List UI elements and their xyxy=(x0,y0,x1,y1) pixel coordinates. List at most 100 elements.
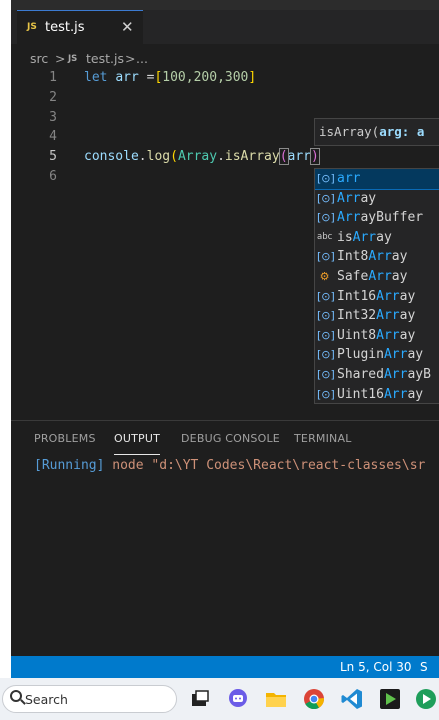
suggestion-prefix: Int8 xyxy=(337,249,369,265)
variable-icon: [⊙] xyxy=(317,328,335,342)
bracket: ) xyxy=(310,148,320,165)
suggestion-prefix: Int32 xyxy=(337,308,377,324)
code-text: let arr =[100,200,300] xyxy=(84,70,256,85)
tab-test-js[interactable]: JS test.js ✕ xyxy=(17,10,143,44)
suggestion-prefix: Plugin xyxy=(337,347,384,363)
variable-icon: [⊙] xyxy=(317,309,335,323)
chevron-right-icon: > xyxy=(55,51,66,66)
suggestion-item[interactable]: [⊙] SharedArrayB xyxy=(315,365,439,385)
variable-icon: [⊙] xyxy=(317,172,335,185)
variable-icon: [⊙] xyxy=(317,348,335,362)
suggestion-item[interactable]: [⊙] Int16Array xyxy=(315,287,439,307)
method-name: log xyxy=(146,149,171,164)
operator: . xyxy=(138,149,147,164)
screen-left-edge xyxy=(0,0,11,720)
suggestion-label: Uint16Array xyxy=(337,387,423,402)
number-literals: 100,200,300 xyxy=(162,70,249,85)
task-view-icon[interactable] xyxy=(188,687,212,711)
media-app-icon[interactable] xyxy=(378,687,402,711)
suggestion-label: isArray xyxy=(337,230,392,245)
suggestion-item[interactable]: [⊙] Uint8Array xyxy=(315,326,439,346)
identifier: console xyxy=(84,149,139,164)
suggestion-suffix: ay xyxy=(391,249,408,265)
class-name: Array xyxy=(177,149,218,164)
suggestion-prefix: Safe xyxy=(337,268,369,284)
suggestion-item[interactable]: ⚙ SafeArray xyxy=(315,267,439,287)
suggestion-item[interactable]: [⊙] PluginArray xyxy=(315,345,439,365)
breadcrumb: src > JS test.js > ... xyxy=(11,48,439,70)
breadcrumb-folder[interactable]: src xyxy=(30,51,48,66)
javascript-file-icon: JS xyxy=(68,54,78,64)
suggestion-item[interactable]: [⊙] Array xyxy=(315,189,439,209)
suggestion-match: Arr xyxy=(383,366,408,382)
javascript-file-icon: JS xyxy=(27,22,37,32)
suggestion-match: Arr xyxy=(368,268,392,284)
active-tab-indicator xyxy=(114,454,160,455)
tab-debug-console[interactable]: DEBUG CONSOLE xyxy=(181,432,280,445)
bracket: ] xyxy=(248,70,257,85)
cursor-position[interactable]: Ln 5, Col 30 xyxy=(340,660,412,674)
suggestion-label: SharedArrayB xyxy=(337,367,431,382)
chrome-icon[interactable] xyxy=(302,687,326,711)
line-number: 2 xyxy=(49,90,57,105)
operator: = xyxy=(138,70,155,85)
breadcrumb-symbols[interactable]: ... xyxy=(136,51,148,66)
tab-problems[interactable]: PROBLEMS xyxy=(34,432,96,445)
suggestion-match: Arr xyxy=(376,288,400,304)
close-icon[interactable]: ✕ xyxy=(121,18,134,36)
code-line: 2 xyxy=(11,88,439,108)
line-number: 3 xyxy=(49,110,57,125)
suggestion-match: Arr xyxy=(352,229,377,245)
status-bar: Ln 5, Col 30 S xyxy=(11,656,439,678)
code-text: console.log(Array.isArray(arr) xyxy=(84,148,320,165)
vscode-icon[interactable] xyxy=(340,687,364,711)
tab-label: test.js xyxy=(45,20,85,35)
line-number: 6 xyxy=(49,169,57,184)
suggestion-suffix: ay xyxy=(376,229,392,245)
tab-output[interactable]: OUTPUT xyxy=(114,432,160,445)
breadcrumb-file[interactable]: test.js xyxy=(86,51,124,66)
suggestion-label: PluginArray xyxy=(337,347,423,362)
suggestion-label: ArrayBuffer xyxy=(337,210,423,225)
suggestion-prefix: Int16 xyxy=(337,288,377,304)
suggestion-suffix: ay xyxy=(407,347,424,363)
suggestion-label: Int8Array xyxy=(337,249,407,264)
suggestion-item[interactable]: [⊙] arr xyxy=(315,169,439,190)
suggestion-item[interactable]: [⊙] Uint16Array xyxy=(315,385,439,403)
bracket: ( xyxy=(278,148,289,165)
suggestion-suffix: ay xyxy=(399,308,416,324)
hint-signature: isArray( xyxy=(319,124,380,139)
suggestion-list[interactable]: [⊙] arr [⊙] Array [⊙] ArrayBuffer abc isArray [⊙… xyxy=(314,168,439,404)
suggestion-match: Arr xyxy=(376,327,400,343)
hint-active-param: arg: a xyxy=(379,124,425,139)
module-icon: ⚙ xyxy=(319,269,330,283)
taskbar-search[interactable]: Search xyxy=(2,685,177,713)
output-line: [Running] node "d:\YT Codes\React\react-… xyxy=(34,458,425,473)
title-bar xyxy=(11,0,439,10)
suggestion-match: Arr xyxy=(376,308,400,324)
suggestion-label: Uint8Array xyxy=(337,328,415,343)
operator: . xyxy=(217,149,225,164)
suggestion-item[interactable]: [⊙] Int32Array xyxy=(315,306,439,326)
suggestion-label: Int16Array xyxy=(337,289,415,304)
app-icon[interactable] xyxy=(414,687,438,711)
taskbar: Search xyxy=(0,678,439,720)
code-line: 1 let arr =[100,200,300] xyxy=(11,68,439,88)
chat-icon[interactable] xyxy=(226,687,250,711)
suggestion-suffix: ayBuffer xyxy=(360,210,424,226)
suggestion-match: arr xyxy=(337,171,361,186)
suggestion-match: Arr xyxy=(383,386,408,402)
suggestion-prefix: Uint16 xyxy=(337,386,384,402)
line-number: 5 xyxy=(49,149,57,164)
suggestion-item[interactable]: abc isArray xyxy=(315,228,439,248)
suggestion-item[interactable]: [⊙] ArrayBuffer xyxy=(315,208,439,228)
tab-terminal[interactable]: TERMINAL xyxy=(294,432,352,445)
identifier: arr xyxy=(287,149,312,164)
file-explorer-icon[interactable] xyxy=(264,687,288,711)
suggestion-item[interactable]: [⊙] Int8Array xyxy=(315,247,439,267)
status-item[interactable]: S xyxy=(420,660,428,674)
bracket: ( xyxy=(170,149,178,164)
vscode-window: JS test.js ✕ src > JS test.js > ... 1 le… xyxy=(11,0,439,689)
suggestion-label: Array xyxy=(337,191,376,206)
suggestion-suffix: ay xyxy=(391,268,408,284)
